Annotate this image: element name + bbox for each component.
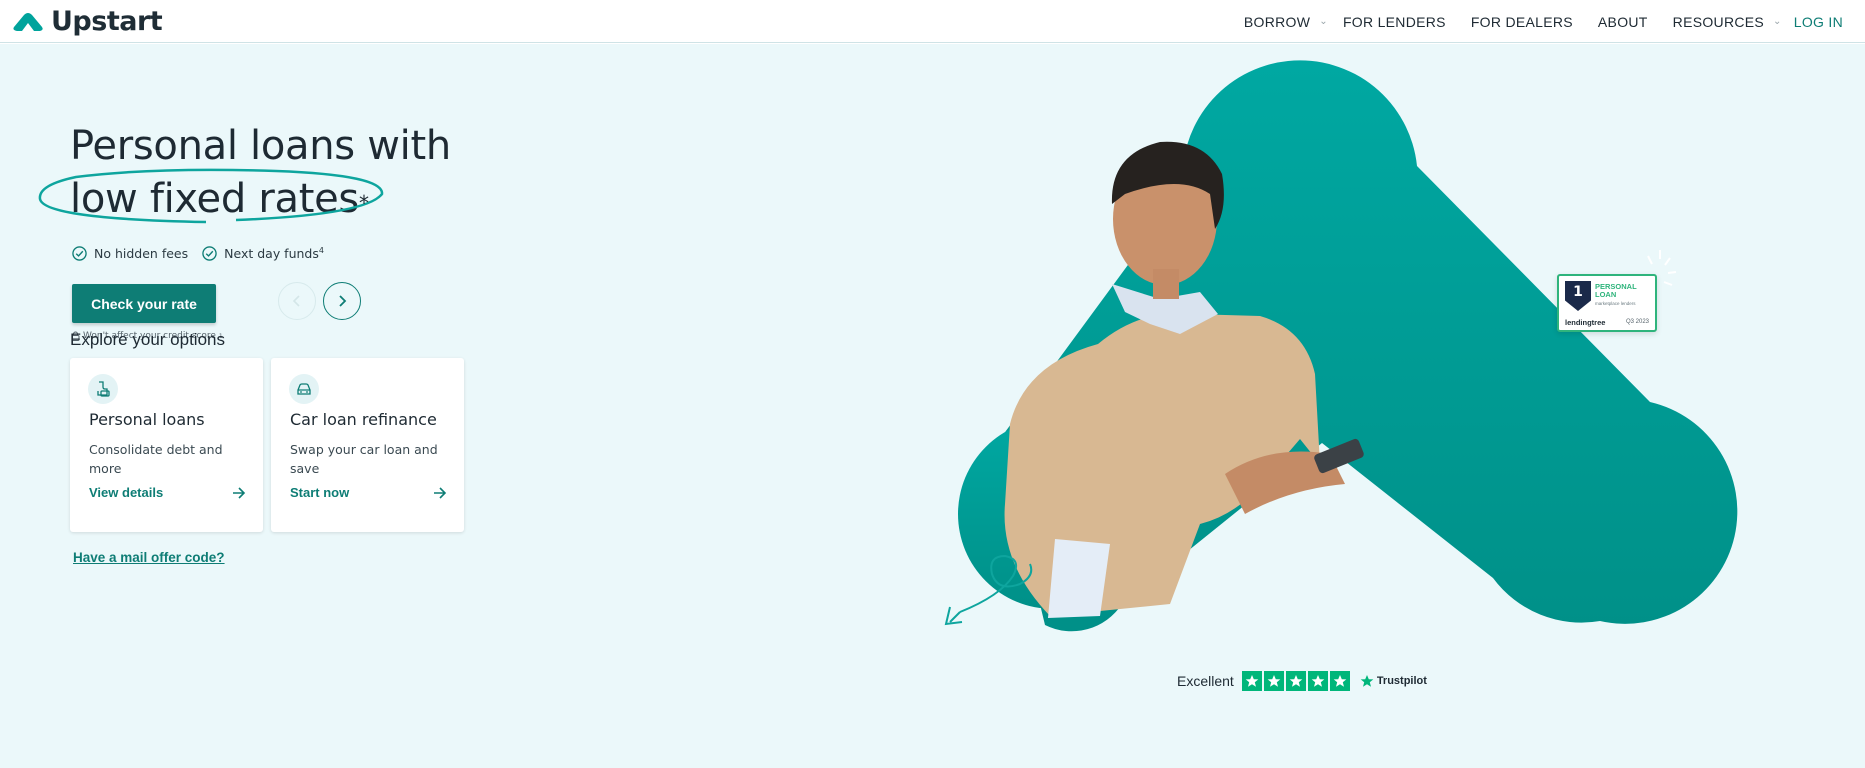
card-link-label: Start now bbox=[290, 485, 350, 500]
headline-line-1: Personal loans with bbox=[70, 123, 451, 169]
logo-text: Upstart bbox=[51, 5, 163, 37]
personal-loan-icon bbox=[88, 374, 118, 404]
star-icon bbox=[1329, 671, 1350, 691]
footnote-sup: 4 bbox=[318, 246, 324, 255]
award-brand: lendingtree bbox=[1565, 318, 1606, 327]
trustpilot-label: Excellent bbox=[1177, 673, 1234, 689]
card-description: Swap your car loan and save bbox=[290, 442, 438, 476]
nav-resources[interactable]: RESOURCES ⌄ bbox=[1673, 14, 1782, 30]
explore-options-title: Explore your options bbox=[70, 330, 225, 349]
lendingtree-award-badge: 1 PERSONAL LOAN marketplace lenders lend… bbox=[1557, 274, 1657, 332]
chevron-left-icon bbox=[292, 295, 300, 307]
trustpilot-rating[interactable]: Excellent Trustpilot bbox=[1177, 671, 1427, 691]
trustpilot-brand: Trustpilot bbox=[1360, 674, 1427, 688]
award-subtitle: marketplace lenders bbox=[1595, 301, 1636, 306]
arrow-right-icon bbox=[233, 486, 246, 499]
hero-section: Personal loans with low fixed rates* No … bbox=[0, 44, 1865, 768]
start-now-link[interactable]: Start now bbox=[290, 485, 447, 500]
trustpilot-stars bbox=[1241, 671, 1350, 691]
hero-headline: Personal loans with low fixed rates* bbox=[38, 120, 451, 226]
star-icon bbox=[1285, 671, 1306, 691]
feature-text-main: Next day funds bbox=[224, 246, 319, 262]
car-icon bbox=[289, 374, 319, 404]
star-icon bbox=[1263, 671, 1284, 691]
main-nav: BORROW ⌄ FOR LENDERS FOR DEALERS ABOUT R… bbox=[1244, 0, 1843, 43]
feature-next-day-funds: Next day funds4 bbox=[202, 246, 324, 261]
feature-text: Next day funds4 bbox=[224, 246, 324, 261]
card-description: Consolidate debt and more bbox=[89, 442, 223, 476]
award-shield-icon: 1 bbox=[1565, 281, 1591, 311]
mail-offer-link[interactable]: Have a mail offer code? bbox=[73, 550, 225, 565]
nav-about[interactable]: ABOUT bbox=[1598, 14, 1648, 30]
upstart-logo[interactable]: Upstart bbox=[12, 4, 163, 38]
check-circle-icon bbox=[202, 246, 217, 261]
feature-checks: No hidden fees Next day funds4 bbox=[72, 246, 324, 261]
award-title: PERSONAL LOAN bbox=[1595, 282, 1637, 299]
headline-asterisk: * bbox=[358, 191, 369, 215]
nav-borrow-label: BORROW bbox=[1243, 13, 1311, 30]
carousel-next-button[interactable] bbox=[323, 282, 361, 320]
option-card-car-refinance[interactable]: Car loan refinance Swap your car loan an… bbox=[271, 358, 464, 532]
feature-no-hidden-fees: No hidden fees bbox=[72, 246, 188, 261]
chevron-right-icon bbox=[339, 295, 347, 307]
card-title: Car loan refinance bbox=[290, 410, 437, 429]
nav-for-lenders[interactable]: FOR LENDERS bbox=[1343, 14, 1446, 30]
nav-log-in-label: LOG IN bbox=[1793, 13, 1843, 30]
award-quarter: Q3 2023 bbox=[1625, 319, 1649, 325]
upstart-logo-icon bbox=[13, 13, 43, 31]
nav-borrow[interactable]: BORROW ⌄ bbox=[1244, 14, 1328, 30]
chevron-down-icon: ⌄ bbox=[1319, 16, 1328, 27]
nav-log-in[interactable]: LOG IN bbox=[1794, 14, 1843, 30]
award-rank: 1 bbox=[1573, 284, 1583, 300]
headline-line-2-wrap: low fixed rates* bbox=[38, 168, 384, 226]
trustpilot-star-icon bbox=[1360, 675, 1374, 687]
card-link-label: View details bbox=[89, 485, 164, 500]
check-circle-icon bbox=[72, 246, 87, 261]
check-your-rate-button[interactable]: Check your rate bbox=[72, 284, 216, 323]
headline-line-2: low fixed rates bbox=[70, 176, 359, 222]
card-title: Personal loans bbox=[89, 410, 205, 429]
feature-text: No hidden fees bbox=[94, 246, 189, 262]
nav-for-dealers-label: FOR DEALERS bbox=[1470, 13, 1573, 30]
star-icon bbox=[1241, 671, 1262, 691]
nav-for-lenders-label: FOR LENDERS bbox=[1342, 13, 1446, 30]
nav-resources-label: RESOURCES bbox=[1672, 13, 1765, 30]
carousel-prev-button[interactable] bbox=[278, 282, 316, 320]
star-icon bbox=[1307, 671, 1328, 691]
nav-for-dealers[interactable]: FOR DEALERS bbox=[1471, 14, 1573, 30]
site-header: Upstart BORROW ⌄ FOR LENDERS FOR DEALERS… bbox=[0, 0, 1865, 43]
arrow-right-icon bbox=[434, 486, 447, 499]
view-details-link[interactable]: View details bbox=[89, 485, 246, 500]
chevron-down-icon: ⌄ bbox=[1773, 16, 1782, 27]
option-card-personal-loans[interactable]: Personal loans Consolidate debt and more… bbox=[70, 358, 263, 532]
nav-about-label: ABOUT bbox=[1597, 13, 1648, 30]
trustpilot-brand-text: Trustpilot bbox=[1376, 675, 1427, 687]
